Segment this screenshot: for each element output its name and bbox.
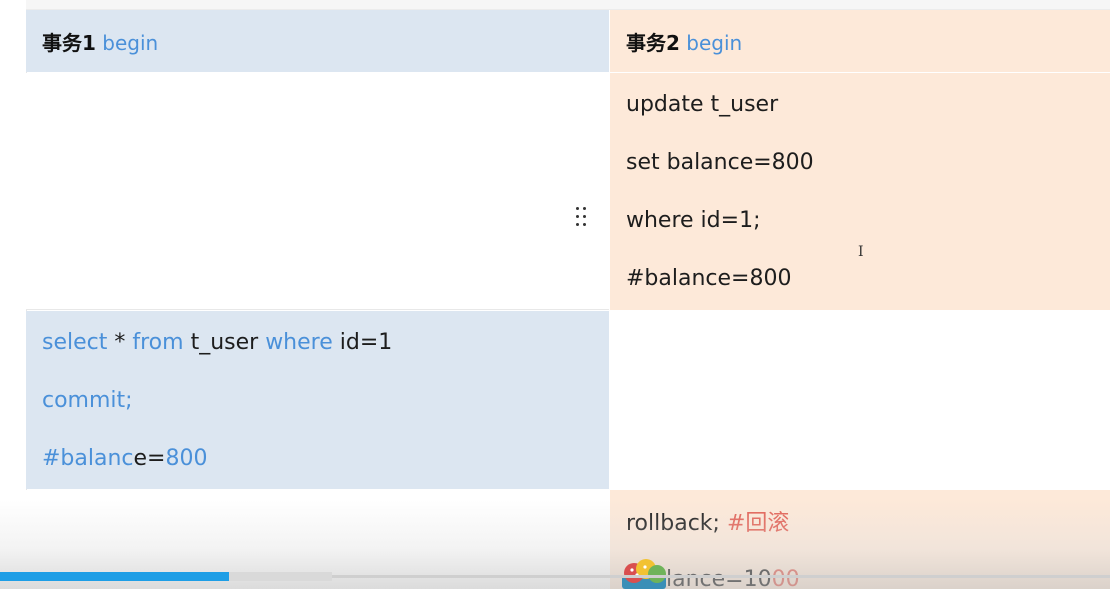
comment-mid: e=	[133, 446, 166, 471]
row1-tx1-cell[interactable]	[26, 73, 609, 310]
tx2-rollback-line: rollback; #回滚	[626, 510, 789, 538]
kw-where: where	[265, 330, 333, 355]
row2-tx1-cell[interactable]: select * from t_user where id=1 commit; …	[26, 311, 609, 489]
video-scrub-line[interactable]	[332, 575, 1110, 578]
tx2-comment-line: #balance=800	[626, 266, 792, 291]
tx2-balance-line: lance=1000	[666, 566, 800, 594]
text-cursor-icon: I	[858, 244, 864, 260]
balance-tail: 00	[771, 567, 800, 592]
header-tx2-keyword: begin	[686, 31, 743, 55]
fruit-bowl-logo-icon	[622, 559, 666, 589]
header-tx1-cell: 事务1 begin	[26, 10, 609, 72]
select-star: *	[107, 330, 133, 355]
header-tx1-label: 事务1	[42, 31, 96, 55]
header-tx2-cell: 事务2 begin	[610, 10, 1110, 72]
video-progress-bar[interactable]	[0, 572, 332, 581]
tx2-update-line: update t_user	[626, 92, 779, 117]
select-cond: id=1	[332, 330, 393, 355]
select-table: t_user	[183, 330, 266, 355]
left-gutter	[0, 0, 27, 589]
top-strip	[26, 0, 1110, 10]
kw-from: from	[132, 330, 184, 355]
kw-select: select	[42, 330, 108, 355]
row1-tx2-cell[interactable]: update t_user set balance=800 where id=1…	[610, 73, 1110, 310]
tx1-comment-line: #balance=800	[42, 445, 207, 473]
comment-prefix: #balanc	[42, 446, 134, 471]
header-tx1: 事务1 begin	[42, 30, 158, 56]
rollback-statement: rollback;	[626, 511, 720, 536]
comment-value: 800	[165, 446, 208, 471]
header-tx2: 事务2 begin	[626, 30, 742, 56]
drag-handle-icon[interactable]	[574, 205, 590, 229]
video-progress-fill	[0, 572, 230, 581]
header-tx1-keyword: begin	[102, 31, 159, 55]
tx1-select-line: select * from t_user where id=1	[42, 329, 392, 357]
tx2-set-line: set balance=800	[626, 150, 814, 175]
header-tx2-label: 事务2	[626, 31, 680, 55]
screen: 事务1 begin 事务2 begin update t_user set ba…	[0, 0, 1110, 592]
balance-partial: lance=10	[666, 567, 772, 592]
tx2-where-line: where id=1;	[626, 208, 761, 233]
row2-tx2-cell[interactable]	[610, 311, 1110, 489]
tx1-commit-line: commit;	[42, 388, 133, 413]
rollback-comment: #回滚	[719, 511, 790, 536]
